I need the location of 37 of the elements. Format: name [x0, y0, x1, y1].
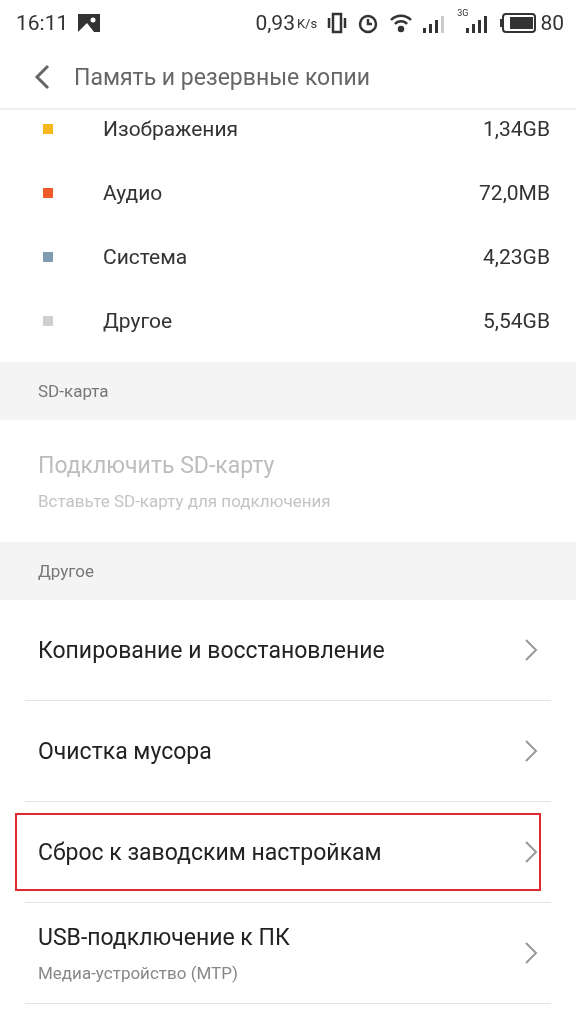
picture-notification-icon [78, 14, 101, 32]
chevron-icon [524, 638, 538, 662]
item-title: Копирование и восстановление [38, 636, 386, 664]
storage-label: Другое [103, 309, 174, 333]
network-speed: 0,93 [255, 11, 295, 35]
chevron-icon [524, 840, 538, 864]
storage-size: 5,54GB [483, 309, 550, 333]
speed-unit: K/s [296, 15, 318, 31]
settings-item[interactable]: Очистка мусора [25, 701, 551, 802]
vibrate-icon [327, 12, 348, 34]
item-subtitle: Вставьте SD-карту для подключения [38, 490, 332, 511]
settings-item[interactable]: Сброс к заводским настройкам [25, 802, 551, 903]
section-title: SD-карта [38, 381, 109, 401]
wifi-icon [389, 13, 414, 33]
battery-icon [500, 13, 537, 33]
storage-size: 72,0MB [479, 181, 550, 205]
storage-label: Изображения [103, 117, 240, 141]
settings-item[interactable]: Копирование и восстановление [25, 600, 551, 701]
back-icon[interactable] [34, 64, 50, 90]
item-title: Очистка мусора [38, 737, 213, 765]
storage-size: 1,34GB [483, 117, 550, 141]
screen-title: Память и резервные копии [74, 63, 371, 91]
chevron-icon [524, 739, 538, 763]
item-subtitle: Медиа-устройство (MTP) [38, 962, 239, 983]
settings-item[interactable]: USB-подключение к ПК Медиа-устройство (MTP) [25, 903, 551, 1004]
battery-percent: 80 [540, 11, 564, 35]
storage-label: Система [103, 245, 189, 269]
item-title: Подключить SD-карту [38, 451, 276, 479]
alarm-icon [357, 12, 380, 34]
chevron-icon [524, 941, 538, 965]
item-title: Сброс к заводским настройкам [38, 838, 383, 866]
storage-label: Аудио [103, 181, 164, 205]
item-title: USB-подключение к ПК [38, 923, 291, 951]
section-title: Другое [38, 561, 94, 581]
network-type: 3G [457, 8, 469, 18]
clock: 16:11 [16, 11, 69, 35]
storage-size: 4,23GB [483, 245, 550, 269]
